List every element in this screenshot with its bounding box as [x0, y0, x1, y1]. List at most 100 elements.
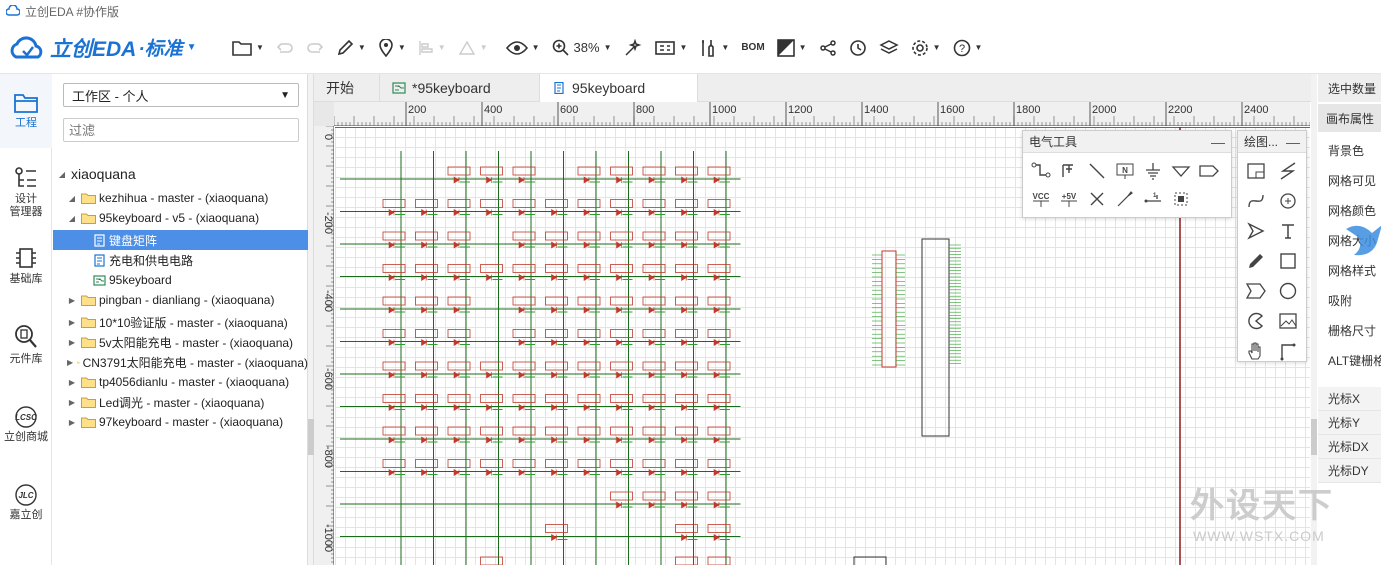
tree-item-project[interactable]: ◢ 95keyboard - v5 - (xiaoquana): [53, 208, 308, 228]
tree-item-project[interactable]: ▶ CN3791太阳能充电 - master - (xiaoquana): [53, 352, 308, 372]
diode-symbol: [518, 306, 525, 314]
drawing-tools-header[interactable]: 绘图... —: [1238, 131, 1306, 153]
rail-basic-library[interactable]: 基础库: [0, 246, 52, 286]
drag-hand-icon[interactable]: [1244, 339, 1268, 363]
diode-symbol: [421, 273, 428, 282]
settings-menu-button[interactable]: ▼: [905, 33, 947, 63]
place-menu-button[interactable]: ▼: [372, 33, 412, 63]
polygon-tool-icon[interactable]: [1244, 279, 1268, 303]
canvas-properties-header[interactable]: 画布属性: [1318, 104, 1381, 132]
frame-tool-icon[interactable]: [1244, 159, 1268, 183]
tree-item-label: 5v太阳能充电 - master - (xiaoquana): [99, 335, 294, 350]
tree-item-project[interactable]: ▶ 10*10验证版 - master - (xiaoquana): [53, 312, 308, 332]
tree-item-schematic[interactable]: 充电和供电电路: [53, 250, 308, 270]
brand-menu[interactable]: 立创EDA ·标准 ▼: [0, 33, 226, 63]
tree-item-project[interactable]: ▶ pingban - dianliang - (xiaoquana): [53, 290, 308, 310]
view-menu-button[interactable]: ▼: [500, 33, 546, 63]
rail-jlc[interactable]: JLC 嘉立创: [0, 484, 52, 522]
dimension-tool-icon[interactable]: [1276, 339, 1300, 363]
image-tool-icon[interactable]: [1276, 309, 1300, 333]
tree-item-project[interactable]: ▶ 97keyboard - master - (xiaoquana): [53, 412, 308, 432]
bus-tool-icon[interactable]: [1057, 159, 1081, 183]
prop-snap[interactable]: 吸附: [1328, 292, 1352, 309]
layers-button[interactable]: [873, 33, 905, 63]
rectangle-tool-icon[interactable]: [1276, 249, 1300, 273]
pie-tool-icon[interactable]: [1244, 309, 1268, 333]
rail-project[interactable]: 工程: [0, 74, 52, 148]
key-switch: [675, 524, 698, 533]
electrical-tools-title: 电气工具: [1029, 135, 1078, 149]
tree-item-project[interactable]: ◢ kezhihua - master - (xiaoquana): [53, 188, 308, 208]
tree-item-project[interactable]: ▶ Led调光 - master - (xiaoquana): [53, 392, 308, 412]
lightning-tool-icon[interactable]: [1276, 159, 1300, 183]
filter-input[interactable]: [63, 118, 299, 142]
history-button[interactable]: [843, 33, 873, 63]
schematic-canvas[interactable]: 200 400 600 800 1000 1200 1400 1600 1800 2000 2200…: [314, 102, 1310, 565]
no-connect-icon[interactable]: [1085, 187, 1109, 211]
bus-entry-icon[interactable]: [1085, 159, 1109, 183]
diode-symbol: [681, 403, 688, 412]
prop-alt-snap[interactable]: ALT键栅格: [1328, 352, 1381, 369]
net-label-icon[interactable]: N: [1113, 159, 1137, 183]
workspace-select[interactable]: 工作区 - 个人 ▼: [63, 83, 299, 107]
prop-background[interactable]: 背景色: [1328, 142, 1364, 159]
tab-schematic[interactable]: 95keyboard: [540, 74, 698, 102]
rail-lcsc-mall-label: 立创商城: [4, 431, 48, 443]
diode-symbol: [453, 436, 460, 444]
group-icon[interactable]: [1169, 187, 1193, 211]
key-switch: [675, 556, 698, 565]
collapsed-arrow-icon: ▶: [68, 317, 76, 327]
bom-button[interactable]: BOM: [735, 33, 770, 63]
diode-symbol: [616, 338, 623, 347]
file-menu-button[interactable]: ▼: [226, 33, 270, 63]
key-switch: [480, 361, 503, 371]
arc-tool-icon[interactable]: [1276, 189, 1300, 213]
tools-menu-button[interactable]: ▼: [693, 33, 735, 63]
rail-design-manager[interactable]: 设计 管理器: [0, 166, 52, 219]
electrical-tools-header[interactable]: 电气工具 —: [1023, 131, 1231, 153]
edit-menu-button[interactable]: ▼: [330, 33, 372, 63]
splitter-handle[interactable]: [1311, 419, 1317, 455]
prop-snap-size[interactable]: 栅格尺寸: [1328, 322, 1376, 339]
prop-grid-visible[interactable]: 网格可见: [1328, 172, 1376, 189]
vcc-icon[interactable]: VCC: [1029, 187, 1053, 211]
net-port-icon[interactable]: [1169, 159, 1193, 183]
redo-button[interactable]: [300, 33, 330, 63]
net-flag-icon[interactable]: [1197, 159, 1221, 183]
pin-icon[interactable]: 1: [1141, 187, 1165, 211]
arrowhead-tool-icon[interactable]: [1244, 219, 1268, 243]
app-logo-icon: [6, 5, 20, 16]
rotate-menu-button[interactable]: ▼: [452, 33, 494, 63]
design-check-button[interactable]: [617, 33, 649, 63]
minimize-icon[interactable]: —: [1211, 134, 1225, 150]
tree-item-project[interactable]: ▶ tp4056dianlu - master - (xiaoquana): [53, 372, 308, 392]
probe-icon[interactable]: [1113, 187, 1137, 211]
tree-item-schematic-selected[interactable]: 键盘矩阵: [53, 230, 308, 250]
undo-button[interactable]: [270, 33, 300, 63]
ellipse-tool-icon[interactable]: [1276, 279, 1300, 303]
share-button[interactable]: [813, 33, 843, 63]
help-menu-button[interactable]: ? ▼: [947, 33, 989, 63]
wire-tool-icon[interactable]: [1029, 159, 1053, 183]
key-switch: [512, 329, 536, 338]
freehand-tool-icon[interactable]: [1244, 249, 1268, 273]
tab-pcb[interactable]: *95keyboard: [380, 74, 540, 102]
key-switch: [512, 166, 536, 176]
rail-lcsc-mall[interactable]: LCSC 立创商城: [0, 406, 52, 444]
tree-item-pcb[interactable]: 95keyboard: [53, 270, 308, 290]
text-tool-icon[interactable]: [1276, 219, 1300, 243]
tree-root[interactable]: ◢ xiaoquana: [53, 164, 308, 184]
netlist-menu-button[interactable]: ▼: [649, 33, 693, 63]
minimize-icon[interactable]: —: [1286, 134, 1300, 150]
bezier-tool-icon[interactable]: [1244, 189, 1268, 213]
prop-grid-style[interactable]: 网格样式: [1328, 262, 1376, 279]
tree-item-project[interactable]: ▶ 5v太阳能充电 - master - (xiaoquana): [53, 332, 308, 352]
ground-icon[interactable]: [1141, 159, 1165, 183]
diode-symbol: [648, 468, 655, 477]
tab-start[interactable]: 开始: [314, 74, 380, 102]
theme-menu-button[interactable]: ▼: [771, 33, 813, 63]
plus5v-icon[interactable]: +5V: [1057, 187, 1081, 211]
zoom-menu-button[interactable]: 38% ▼: [546, 33, 618, 63]
rail-parts-library[interactable]: 元件库: [0, 324, 52, 366]
align-menu-button[interactable]: ▼: [412, 33, 452, 63]
